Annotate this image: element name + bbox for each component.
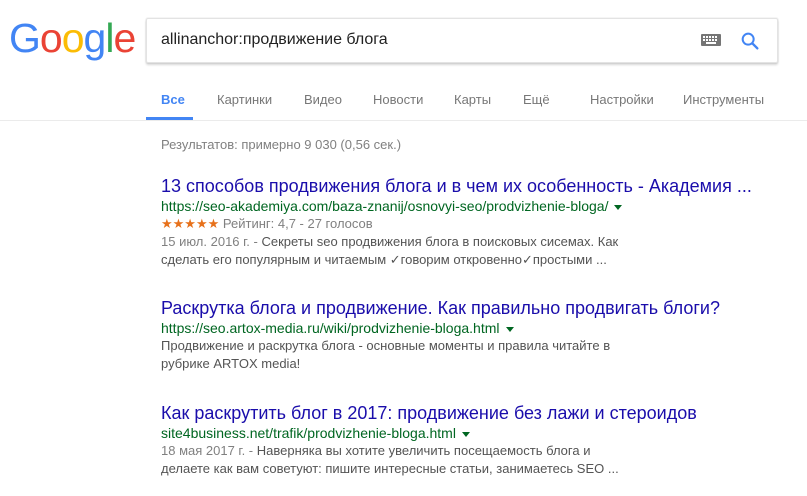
rating-text: Рейтинг: 4,7 - 27 голосов — [222, 216, 373, 231]
tab-videos[interactable]: Видео — [304, 92, 342, 107]
result-snippet: 15 июл. 2016 г. - Секреты seo продвижени… — [161, 233, 631, 269]
tab-more[interactable]: Ещё — [523, 92, 550, 107]
result-url: https://seo.artox-media.ru/wiki/prodvizh… — [161, 319, 781, 337]
result-title-link[interactable]: Как раскрутить блог в 2017: продвижение … — [161, 402, 781, 424]
result-snippet: 18 мая 2017 г. - Наверняка вы хотите уве… — [161, 442, 631, 478]
dropdown-arrow-icon[interactable] — [461, 431, 470, 437]
logo-letter: g — [83, 15, 107, 61]
tab-tools[interactable]: Инструменты — [683, 92, 764, 107]
result-title-link[interactable]: 13 способов продвижения блога и в чем их… — [161, 175, 781, 197]
tab-images[interactable]: Картинки — [217, 92, 272, 107]
logo-letter: o — [61, 15, 85, 61]
dropdown-arrow-icon[interactable] — [614, 204, 623, 210]
result-url-text: https://seo.artox-media.ru/wiki/prodvizh… — [161, 320, 500, 336]
result-url: https://seo-akademiya.com/baza-znanij/os… — [161, 197, 781, 215]
keyboard-icon[interactable] — [701, 34, 721, 46]
result-date: 18 мая 2017 г. - — [161, 443, 257, 458]
logo-letter: o — [39, 15, 63, 61]
search-result: Как раскрутить блог в 2017: продвижение … — [161, 402, 781, 478]
result-snippet: Продвижение и раскрутка блога - основные… — [161, 337, 631, 373]
result-stats: Результатов: примерно 9 030 (0,56 сек.) — [161, 137, 402, 152]
search-box[interactable]: allinanchor:продвижение блога — [146, 18, 778, 63]
logo-letter: G — [9, 15, 41, 61]
tab-news[interactable]: Новости — [373, 92, 423, 107]
result-url-text: https://seo-akademiya.com/baza-znanij/os… — [161, 198, 609, 214]
result-url-text: site4business.net/trafik/prodvizhenie-bl… — [161, 425, 456, 441]
search-input[interactable]: allinanchor:продвижение блога — [161, 31, 388, 49]
tab-settings[interactable]: Настройки — [590, 92, 654, 107]
result-snippet-text: Продвижение и раскрутка блога - основные… — [161, 338, 611, 371]
google-logo[interactable]: Google — [9, 15, 136, 61]
result-rating: ★★★★★ Рейтинг: 4,7 - 27 голосов — [161, 215, 781, 233]
logo-letter: e — [113, 15, 136, 61]
search-result: 13 способов продвижения блога и в чем их… — [161, 175, 781, 269]
tab-maps[interactable]: Карты — [454, 92, 491, 107]
result-date: 15 июл. 2016 г. - — [161, 234, 262, 249]
rating-stars-icon: ★★★★★ — [161, 216, 220, 231]
header-divider — [0, 120, 807, 121]
dropdown-arrow-icon[interactable] — [505, 326, 514, 332]
logo-letter: l — [105, 15, 114, 61]
search-icon[interactable] — [739, 30, 761, 52]
result-title-link[interactable]: Раскрутка блога и продвижение. Как прави… — [161, 297, 781, 319]
tab-all[interactable]: Все — [161, 92, 185, 107]
result-url: site4business.net/trafik/prodvizhenie-bl… — [161, 424, 781, 442]
search-result: Раскрутка блога и продвижение. Как прави… — [161, 297, 781, 373]
